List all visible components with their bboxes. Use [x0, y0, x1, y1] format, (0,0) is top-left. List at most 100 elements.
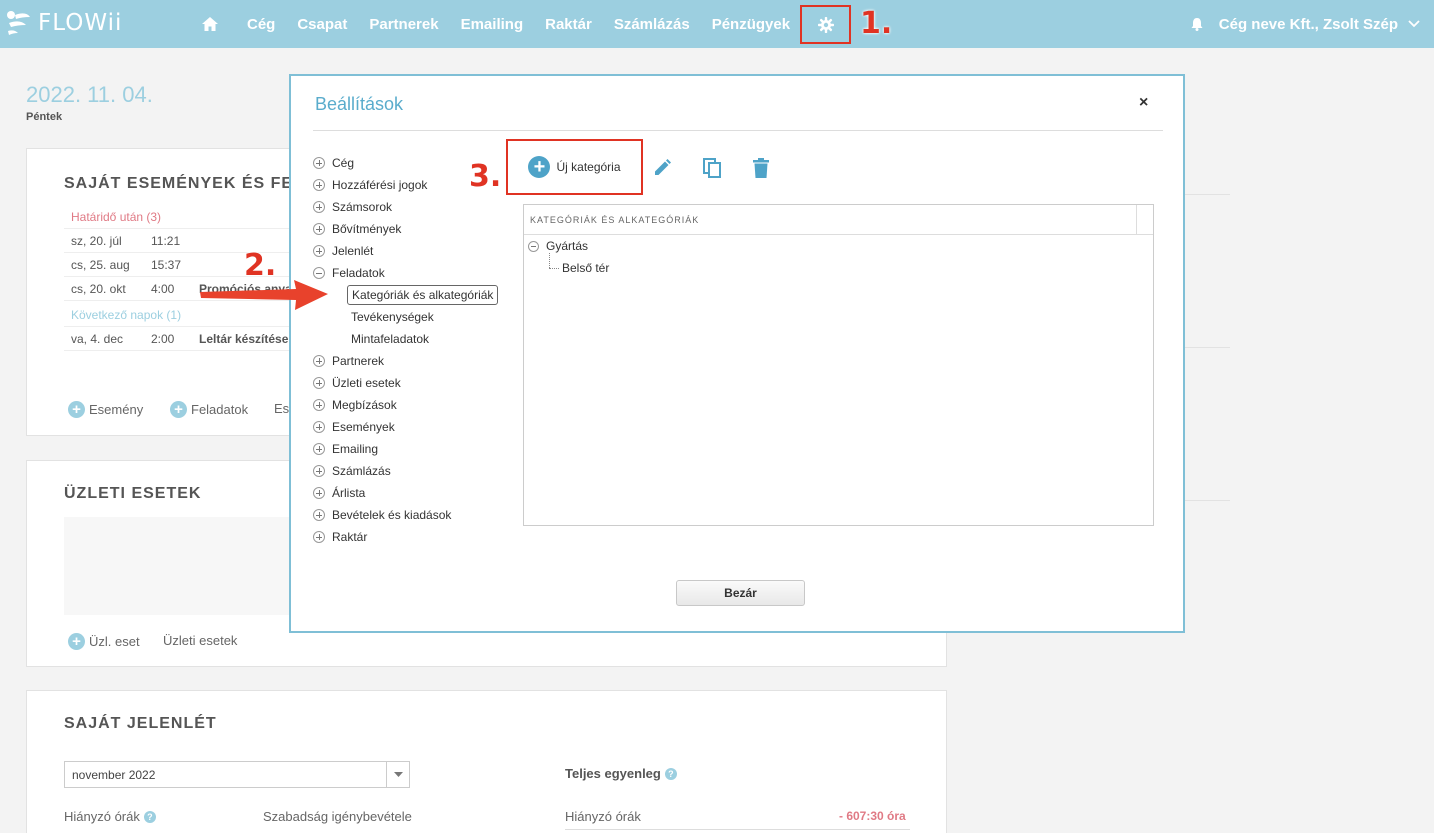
- table-row[interactable]: cs, 25. aug 15:37: [64, 253, 324, 277]
- missing-hours-text: Hiányzó órák: [64, 809, 140, 824]
- tree-item-label: Árlista: [332, 486, 366, 500]
- expand-icon[interactable]: [313, 443, 325, 455]
- add-deal-button[interactable]: + Üzl. eset: [68, 633, 140, 650]
- gear-icon[interactable]: [817, 16, 834, 33]
- plus-icon: +: [68, 401, 85, 418]
- expand-icon[interactable]: [313, 509, 325, 521]
- expand-icon[interactable]: [313, 223, 325, 235]
- tree-item-extensions[interactable]: Bővítmények: [313, 220, 401, 238]
- tree-item-categories[interactable]: Kategóriák és alkategóriák: [347, 285, 499, 305]
- help-icon[interactable]: ?: [143, 810, 156, 823]
- row-time: 4:00: [151, 281, 175, 296]
- add-event-button[interactable]: + Esemény: [68, 401, 143, 418]
- row-date: sz, 20. júl: [71, 233, 122, 248]
- settings-modal: Beállítások × Cég Hozzáférési jogok Szám…: [289, 74, 1185, 633]
- tree-connector: [549, 253, 550, 268]
- app-name: FLOWii: [38, 10, 123, 36]
- divider: [1185, 347, 1230, 348]
- tree-item-invoicing[interactable]: Számlázás: [313, 462, 391, 480]
- expand-icon[interactable]: [313, 355, 325, 367]
- grid-node-label: Belső tér: [562, 261, 610, 275]
- annotation-step-3: 3.: [469, 159, 502, 194]
- expand-icon[interactable]: [313, 157, 325, 169]
- tree-item-company[interactable]: Cég: [313, 154, 354, 172]
- tree-item-label: Emailing: [332, 442, 379, 456]
- expand-icon[interactable]: [313, 531, 325, 543]
- nav-partners[interactable]: Partnerek: [369, 16, 438, 33]
- month-select[interactable]: november 2022: [64, 761, 410, 788]
- nav-finance[interactable]: Pénzügyek: [712, 16, 790, 33]
- expand-icon[interactable]: [313, 465, 325, 477]
- attendance-panel-title: SAJÁT JELENLÉT: [64, 715, 217, 732]
- deals-chart-area: [64, 517, 324, 615]
- modal-title: Beállítások: [315, 94, 404, 114]
- row-date: cs, 25. aug: [71, 257, 130, 272]
- new-category-label: Új kategória: [556, 160, 621, 174]
- bell-icon[interactable]: [1191, 17, 1203, 31]
- tree-item-activities[interactable]: Tevékenységek: [347, 307, 438, 327]
- total-balance-label: Teljes egyenleg ?: [565, 766, 677, 781]
- tree-item-emailing[interactable]: Emailing: [313, 440, 378, 458]
- expand-icon[interactable]: [313, 201, 325, 213]
- nav-company[interactable]: Cég: [247, 16, 275, 33]
- tree-item-access-rights[interactable]: Hozzáférési jogok: [313, 176, 427, 194]
- user-menu[interactable]: Cég neve Kft., Zsolt Szép: [1191, 0, 1420, 48]
- tree-item-warehouse[interactable]: Raktár: [313, 528, 367, 546]
- close-button[interactable]: Bezár: [676, 580, 805, 606]
- grid-node-label: Gyártás: [546, 239, 589, 253]
- deals-link[interactable]: Üzleti esetek: [163, 633, 237, 648]
- table-row[interactable]: va, 4. dec 2:00 Leltár készítése: [64, 327, 324, 351]
- collapse-icon[interactable]: [528, 240, 539, 252]
- expand-icon[interactable]: [313, 179, 325, 191]
- grid-header-separator: [1136, 205, 1137, 235]
- chevron-down-icon[interactable]: [1408, 20, 1420, 28]
- tree-item-events[interactable]: Események: [313, 418, 395, 436]
- tree-item-number-sequences[interactable]: Számsorok: [313, 198, 392, 216]
- tree-item-price-list[interactable]: Árlista: [313, 484, 365, 502]
- divider: [565, 829, 910, 830]
- tree-item-partners[interactable]: Partnerek: [313, 352, 384, 370]
- tree-item-attendance[interactable]: Jelenlét: [313, 242, 373, 260]
- grid-node-child[interactable]: Belső tér: [562, 261, 609, 275]
- expand-icon[interactable]: [313, 487, 325, 499]
- tree-item-label: Bővítmények: [332, 222, 402, 236]
- settings-highlight-box: [800, 5, 851, 44]
- grid-node-root[interactable]: Gyártás: [528, 239, 588, 253]
- group-overdue[interactable]: Határidő után (3): [64, 205, 324, 229]
- flowii-logo[interactable]: FLOWii: [6, 6, 122, 40]
- tree-item-label: Kategóriák és alkategóriák: [352, 288, 494, 302]
- nav-invoicing[interactable]: Számlázás: [614, 16, 690, 33]
- row-time: 15:37: [151, 257, 182, 272]
- help-icon[interactable]: ?: [664, 767, 677, 780]
- expand-icon[interactable]: [313, 421, 325, 433]
- missing-hours-right-text: Hiányzó órák: [565, 809, 641, 824]
- tree-item-deals[interactable]: Üzleti esetek: [313, 374, 401, 392]
- home-icon[interactable]: [198, 12, 222, 36]
- add-more-button[interactable]: Es: [274, 401, 289, 416]
- tree-item-task-templates[interactable]: Mintafeladatok: [347, 329, 433, 349]
- categories-grid: KATEGÓRIÁK ÉS ALKATEGÓRIÁK Gyártás Belső…: [523, 204, 1154, 526]
- nav-warehouse[interactable]: Raktár: [545, 16, 592, 33]
- nav-team[interactable]: Csapat: [297, 16, 347, 33]
- annotation-step-2: 2.: [244, 248, 277, 283]
- close-icon[interactable]: ×: [1139, 94, 1148, 112]
- trash-icon[interactable]: [750, 156, 772, 180]
- leave-text: Szabadság igénybevétele: [263, 809, 412, 824]
- total-balance-text: Teljes egyenleg: [565, 766, 661, 781]
- table-row[interactable]: sz, 20. júl 11:21: [64, 229, 324, 253]
- expand-icon[interactable]: [313, 399, 325, 411]
- expand-icon[interactable]: [313, 377, 325, 389]
- plus-icon: +: [68, 633, 85, 650]
- tree-item-label: Partnerek: [332, 354, 385, 368]
- nav-emailing[interactable]: Emailing: [461, 16, 524, 33]
- pencil-icon[interactable]: [651, 156, 673, 180]
- copy-icon[interactable]: [701, 156, 723, 180]
- dropdown-arrow-icon[interactable]: [386, 762, 409, 787]
- tree-item-label: Tevékenységek: [351, 310, 434, 324]
- expand-icon[interactable]: [313, 245, 325, 257]
- add-task-button[interactable]: + Feladatok: [170, 401, 248, 418]
- tree-item-income-expenses[interactable]: Bevételek és kiadások: [313, 506, 451, 524]
- new-category-button[interactable]: + Új kategória: [528, 156, 621, 178]
- tree-item-assignments[interactable]: Megbízások: [313, 396, 397, 414]
- row-time: 2:00: [151, 331, 175, 346]
